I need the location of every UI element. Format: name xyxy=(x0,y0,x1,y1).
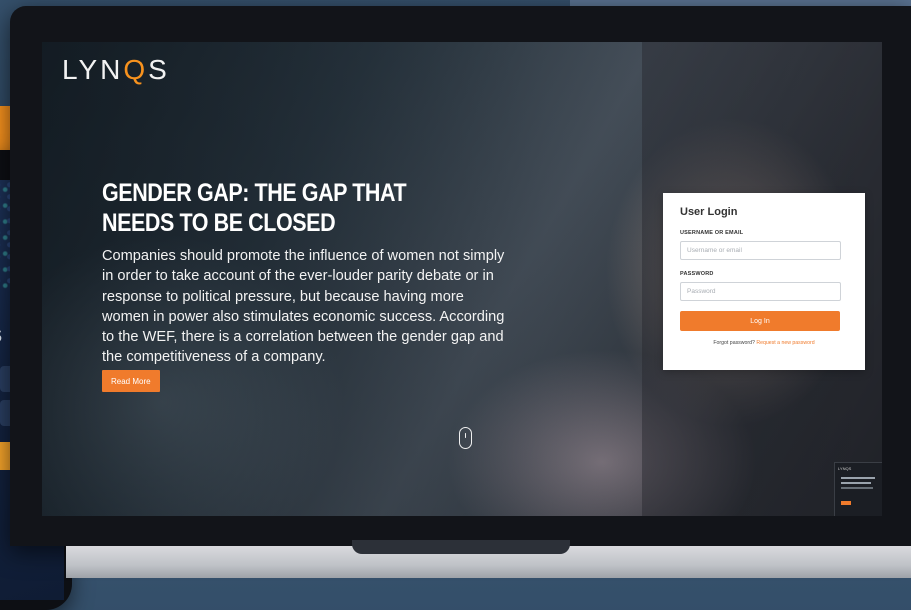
website-screen: LYNQS GENDER GAP: THE GAP THAT NEEDS TO … xyxy=(42,42,882,516)
thumbnail-button xyxy=(841,501,851,505)
password-input[interactable] xyxy=(680,282,841,301)
logo-text-q: Q xyxy=(123,54,149,85)
logo-text-right: S xyxy=(148,54,170,85)
laptop-frame: LYNQS GENDER GAP: THE GAP THAT NEEDS TO … xyxy=(10,6,911,546)
forgot-password-row: Forgot password? Request a new password xyxy=(663,340,865,346)
thumbnail-line xyxy=(841,482,871,484)
thumbnail-logo: LYNQS xyxy=(838,466,852,471)
laptop-hinge xyxy=(352,540,570,554)
request-password-link[interactable]: Request a new password xyxy=(756,340,814,346)
username-label: USERNAME OR EMAIL xyxy=(680,230,744,236)
hero-body: Companies should promote the influence o… xyxy=(102,248,505,366)
login-button[interactable]: Log In xyxy=(680,311,840,331)
username-input[interactable] xyxy=(680,241,841,260)
hero-title: GENDER GAP: THE GAP THAT NEEDS TO BE CLO… xyxy=(102,179,407,237)
read-more-button[interactable]: Read More xyxy=(102,370,160,392)
scroll-mouse-icon[interactable] xyxy=(459,427,472,449)
site-logo[interactable]: LYNQS xyxy=(62,54,170,86)
forgot-password-text: Forgot password? xyxy=(713,340,755,346)
password-label: PASSWORD xyxy=(680,271,714,277)
phone-heading-letter: S xyxy=(0,326,2,347)
login-card: User Login USERNAME OR EMAIL PASSWORD Lo… xyxy=(663,193,865,370)
thumbnail-line xyxy=(841,487,873,489)
thumbnail-preview: LYNQS xyxy=(834,462,882,516)
login-title: User Login xyxy=(680,206,738,218)
logo-text-left: LYN xyxy=(62,54,124,85)
orange-accent-tab xyxy=(0,106,10,154)
thumbnail-line xyxy=(841,477,875,479)
